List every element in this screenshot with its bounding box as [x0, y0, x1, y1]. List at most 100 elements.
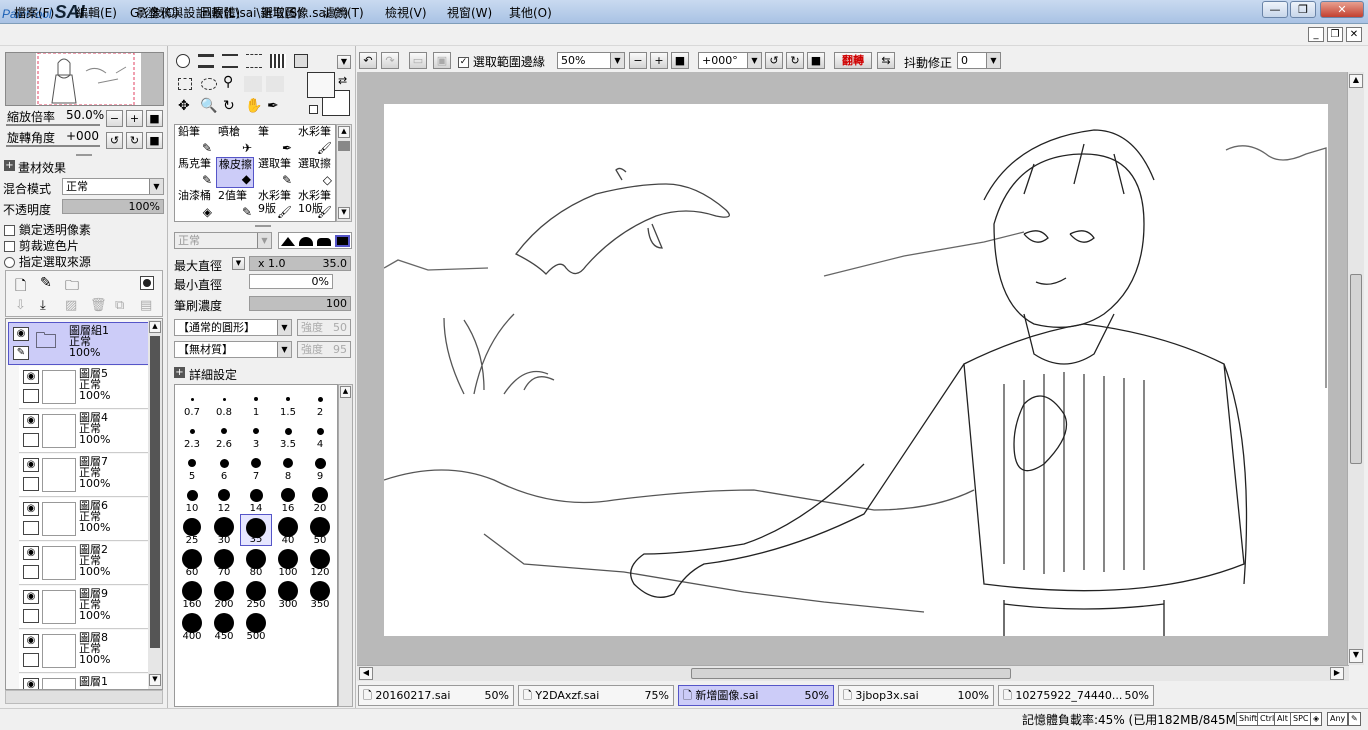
rgb-slider-icon[interactable] [198, 54, 214, 68]
pen-icon[interactable] [23, 653, 39, 667]
new-layer-icon[interactable]: 🗋 [15, 275, 26, 299]
pen-icon[interactable] [23, 521, 39, 535]
new-vector-layer-icon[interactable]: ✎ [40, 275, 52, 291]
tool-airbrush[interactable]: 噴槍 ✈ [216, 125, 254, 156]
selection-edge-checkbox[interactable]: ✓ [458, 57, 469, 68]
scroll-thumb[interactable] [338, 141, 350, 151]
hsv-slider-icon[interactable] [222, 54, 238, 68]
brush-size-400[interactable]: 400 [176, 610, 208, 642]
color-wheel-icon[interactable] [176, 54, 190, 68]
eye-icon[interactable]: ◉ [23, 370, 39, 384]
lock-alpha-checkbox[interactable] [4, 225, 15, 236]
brush-size-70[interactable]: 70 [208, 546, 240, 578]
brush-size-6[interactable]: 6 [208, 450, 240, 482]
clip-checkbox[interactable] [4, 241, 15, 252]
edge-flat-icon[interactable] [335, 235, 350, 247]
selection-source-option[interactable]: 指定選取來源 [4, 253, 91, 270]
density-slider[interactable]: 100 [249, 296, 351, 311]
flip-icon[interactable]: ⇆ [877, 52, 895, 69]
edge-medium-icon[interactable] [299, 237, 313, 246]
layer-list[interactable]: ◉ ✎ 🗀 圖層組1 正常 100% ◉ 圖層5 正常 100% ◉ 圖層4 正常 100% ◉… [5, 318, 163, 690]
brush-size-1.5[interactable]: 1.5 [272, 386, 304, 418]
zoom-reset-button[interactable]: ■ [146, 110, 163, 127]
layer-hscroll[interactable] [5, 690, 163, 704]
flip-button[interactable]: 翻轉 [834, 52, 872, 69]
tool-grid-scrollbar[interactable]: ▲ ▼ [336, 124, 352, 222]
eye-icon[interactable]: ◉ [23, 678, 39, 689]
brush-size-25[interactable]: 25 [176, 514, 208, 546]
tool-binary-pen[interactable]: 2值筆 ✎ [216, 189, 254, 220]
brush-size-500[interactable]: 500 [240, 610, 272, 642]
tool-eraser[interactable]: 橡皮擦 ◆ [216, 157, 254, 188]
chevron-down-icon[interactable]: ▼ [337, 55, 351, 69]
zoom-out-button[interactable]: − [106, 110, 123, 127]
brush-size-250[interactable]: 250 [240, 578, 272, 610]
brush-size-16[interactable]: 16 [272, 482, 304, 514]
zoom-in-button[interactable]: + [126, 110, 143, 127]
stabilizer-select[interactable]: 0 ▼ [957, 52, 1001, 69]
doc-tab[interactable]: 🗋 3jbop3x.sai 100% [838, 685, 994, 706]
brush-size-4[interactable]: 4 [304, 418, 336, 450]
deselect-icon[interactable]: ▭ [409, 52, 427, 69]
brush-edge-selector[interactable] [278, 232, 352, 249]
brush-size-1[interactable]: 1 [240, 386, 272, 418]
brush-size-30[interactable]: 30 [208, 514, 240, 546]
edge-soft-icon[interactable] [317, 238, 331, 246]
layer-row[interactable]: ◉ 圖層7 正常 100% [19, 454, 149, 497]
close-button[interactable]: ✕ [1320, 1, 1364, 18]
expand-icon[interactable]: + [174, 367, 185, 378]
transfer-down-icon[interactable]: ⇩ [15, 298, 26, 313]
delete-layer-icon[interactable]: 🗑 [90, 298, 107, 313]
eye-icon[interactable]: ◉ [23, 590, 39, 604]
doc-tab[interactable]: 🗋 10275922_74440... 50% [998, 685, 1154, 706]
layer-row[interactable]: ◉ 圖層4 正常 100% [19, 410, 149, 453]
blend-mode-select[interactable]: 正常 ▼ [62, 178, 164, 195]
copy-layer-icon[interactable]: ⧉ [115, 298, 124, 313]
eye-icon[interactable]: ◉ [23, 502, 39, 516]
rotate-tool-icon[interactable]: ↻ [223, 98, 235, 114]
brush-size-200[interactable]: 200 [208, 578, 240, 610]
navigator-thumbnail[interactable] [36, 52, 141, 106]
brush-size-3.5[interactable]: 3.5 [272, 418, 304, 450]
brush-size-160[interactable]: 160 [176, 578, 208, 610]
zoom-reset-icon[interactable]: ■ [671, 52, 689, 69]
redo-icon[interactable]: ↷ [381, 52, 399, 69]
brush-mode-select[interactable]: 正常 ▼ [174, 232, 272, 249]
eye-icon[interactable]: ◉ [23, 546, 39, 560]
brush-size-50[interactable]: 50 [304, 514, 336, 546]
tool-watercolor[interactable]: 水彩筆 🖌 [296, 125, 334, 156]
shape-strength[interactable]: 強度 50 [297, 319, 351, 336]
edge-hard-icon[interactable] [281, 237, 295, 246]
scroll-up-icon[interactable]: ▲ [1349, 74, 1363, 88]
merge-down-icon[interactable]: ⤓ [40, 298, 46, 313]
brush-size-5[interactable]: 5 [176, 450, 208, 482]
new-folder-icon[interactable]: 🗀 [65, 275, 79, 299]
menu-select[interactable]: 選取(S) [261, 4, 302, 21]
undo-icon[interactable]: ↶ [359, 52, 377, 69]
eye-icon[interactable]: ◉ [13, 327, 29, 341]
brush-size-100[interactable]: 100 [272, 546, 304, 578]
brush-size-40[interactable]: 40 [272, 514, 304, 546]
menu-layer[interactable]: 圖層(L) [200, 4, 240, 21]
brush-size-0.7[interactable]: 0.7 [176, 386, 208, 418]
scroll-up-icon[interactable]: ▲ [338, 126, 350, 138]
drawing-canvas[interactable] [383, 104, 1328, 636]
swap-colors-icon[interactable]: ⇄ [338, 74, 347, 87]
min-size-slider[interactable]: 0% [249, 274, 333, 289]
select-rect-icon[interactable] [178, 78, 192, 90]
tool-select-eraser[interactable]: 選取擦 ◇ [296, 157, 334, 188]
brush-size-120[interactable]: 120 [304, 546, 336, 578]
doc-tab[interactable]: 🗋 20160217.sai 50% [358, 685, 514, 706]
brush-size-2[interactable]: 2 [304, 386, 336, 418]
layer-row[interactable]: ◉ 圖層9 正常 100% [19, 586, 149, 629]
tool-watercolor-9[interactable]: 水彩筆9版 🖌 [256, 189, 294, 220]
canvas-vscroll[interactable]: ▲ ▼ [1347, 72, 1364, 665]
pen-icon[interactable] [23, 389, 39, 403]
pen-icon[interactable] [23, 565, 39, 579]
hscroll-thumb[interactable] [691, 668, 1011, 679]
pen-icon[interactable] [23, 609, 39, 623]
brush-size-300[interactable]: 300 [272, 578, 304, 610]
scratchpad-icon[interactable] [294, 54, 308, 68]
scroll-thumb[interactable] [150, 336, 160, 648]
selection-edge-toggle[interactable]: ✓ 選取範圍邊緣 [458, 53, 545, 70]
